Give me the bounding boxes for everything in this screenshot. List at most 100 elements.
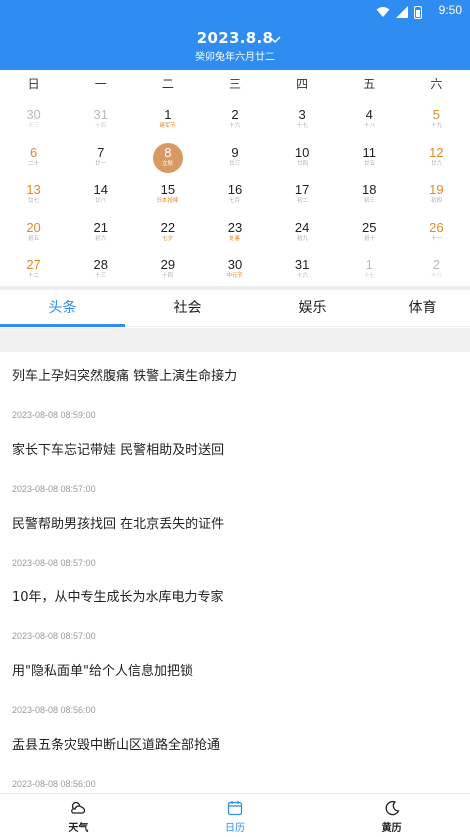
day-number: 20 (26, 219, 41, 235)
day-lunar-label: 十六 (296, 272, 308, 280)
calendar-day[interactable]: 11 廿五 (336, 136, 403, 174)
calendar-day[interactable]: 14 廿八 (67, 173, 134, 211)
news-title[interactable]: 家长下车忘记带娃 民警相助及时送回 (12, 426, 470, 458)
calendar-day[interactable]: 21 初六 (67, 211, 134, 249)
tab-sports[interactable]: 体育 (375, 290, 470, 326)
news-item[interactable]: 列车上孕妇突然腹痛 铁警上演生命接力 2023-08-08 08:59:00 (0, 352, 470, 426)
weekday-label: 三 (228, 77, 241, 91)
news-title[interactable]: 列车上孕妇突然腹痛 铁警上演生命接力 (12, 352, 470, 384)
calendar-day[interactable]: 12 廿六 (403, 136, 470, 174)
news-item[interactable]: 用"隐私面单"给个人信息加把锁 2023-08-08 08:56:00 (0, 647, 470, 721)
date-selector[interactable]: 2023.8.8 癸卯兔年六月廿二 (0, 29, 470, 63)
news-title[interactable]: 盂县五条灾毁中断山区道路全部抢通 (12, 721, 470, 753)
calendar-day[interactable]: 16 七月 (201, 173, 268, 211)
weekday-label: 六 (430, 77, 443, 91)
chevron-down-icon[interactable] (269, 36, 281, 44)
day-lunar-label: 廿一 (95, 159, 107, 167)
day-number: 8 (164, 144, 172, 160)
nav-calendar-label: 日历 (225, 823, 245, 834)
calendar-day[interactable]: 17 初二 (269, 173, 336, 211)
day-number: 16 (227, 182, 243, 198)
tab-entertainment[interactable]: 娱乐 (250, 290, 375, 326)
calendar-day[interactable]: 30 十三 (0, 98, 67, 136)
calendar-day[interactable]: 15 日本投降 (134, 173, 201, 211)
day-number: 18 (362, 182, 377, 198)
news-title[interactable]: 用"隐私面单"给个人信息加把锁 (12, 647, 470, 679)
calendar-day[interactable]: 2 十八 (403, 248, 470, 286)
day-lunar-label: 中元节 (226, 272, 244, 280)
current-date[interactable]: 2023.8.8 (0, 29, 470, 47)
calendar-day[interactable]: 27 十二 (0, 248, 67, 286)
calendar-day[interactable]: 3 十七 (269, 98, 336, 136)
calendar-day[interactable]: 24 初九 (269, 211, 336, 249)
calendar-day[interactable]: 13 廿七 (0, 173, 67, 211)
calendar-day[interactable]: 31 十四 (67, 98, 134, 136)
calendar-day[interactable]: 6 二十 (0, 136, 67, 174)
calendar-day[interactable]: 26 十一 (403, 211, 470, 249)
calendar-day[interactable]: 4 十八 (336, 98, 403, 136)
calendar-day[interactable]: 28 十三 (67, 248, 134, 286)
calendar-day[interactable]: 8 立秋 (134, 136, 201, 174)
calendar-day[interactable]: 29 十四 (134, 248, 201, 286)
spacer (0, 328, 470, 352)
tab-headlines[interactable]: 头条 (0, 290, 125, 327)
news-item[interactable]: 盂县五条灾毁中断山区道路全部抢通 2023-08-08 08:56:00 (0, 721, 470, 795)
day-number: 9 (231, 144, 239, 160)
day-lunar-label: 十六 (229, 122, 241, 129)
calendar-day[interactable]: 1 建军节 (134, 98, 201, 136)
day-lunar-label: 廿六 (431, 159, 442, 167)
tab-society[interactable]: 社会 (125, 290, 250, 326)
day-lunar-label: 初四 (431, 197, 442, 204)
day-lunar-label: 初九 (296, 235, 308, 242)
calendar-day[interactable]: 23 处暑 (201, 211, 268, 249)
signal-icon (396, 3, 408, 22)
calendar-day[interactable]: 2 十六 (201, 98, 268, 136)
day-lunar-label: 廿八 (95, 197, 107, 204)
calendar-day[interactable]: 7 廿一 (67, 136, 134, 174)
nav-almanac[interactable]: 黄历 (313, 794, 470, 837)
calendar-day[interactable]: 9 廿三 (201, 136, 268, 174)
calendar-day[interactable]: 19 初四 (403, 173, 470, 211)
news-list: 列车上孕妇突然腹痛 铁警上演生命接力 2023-08-08 08:59:00 家… (0, 352, 470, 795)
news-time: 2023-08-08 08:57:00 (12, 631, 96, 642)
calendar-day[interactable]: 10 廿四 (269, 136, 336, 174)
calendar-day[interactable]: 1 十七 (336, 248, 403, 286)
news-title[interactable]: 民警帮助男孩找回 在北京丢失的证件 (12, 500, 470, 532)
day-number: 6 (29, 144, 38, 160)
day-number: 10 (294, 144, 310, 160)
news-title[interactable]: 10年，从中专生成长为水库电力专家 (12, 573, 470, 605)
day-number: 2 (231, 107, 239, 122)
weekday-label: 二 (161, 77, 174, 91)
day-number: 11 (362, 144, 377, 160)
day-number: 5 (432, 107, 441, 122)
day-lunar-label: 十七 (363, 272, 375, 280)
nav-calendar[interactable]: 日历 (157, 794, 314, 837)
calendar-day[interactable]: 5 十九 (403, 98, 470, 136)
calendar-grid: 30 十三 31 十四 1 建军节 2 十六 3 十七 4 十八 5 十九 6 二十 7 廿一 8 立秋 9 廿三 10 廿四… (0, 98, 470, 286)
day-lunar-label: 十八 (363, 122, 375, 129)
calendar-day[interactable]: 22 七夕 (134, 211, 201, 249)
day-number: 25 (362, 219, 377, 235)
nav-weather[interactable]: 天气 (0, 794, 157, 837)
calendar-day[interactable]: 18 初三 (336, 173, 403, 211)
nav-almanac-label: 黄历 (381, 823, 402, 834)
calendar-day[interactable]: 25 初十 (336, 211, 403, 249)
day-lunar-label: 十八 (431, 272, 442, 280)
calendar-day[interactable]: 31 十六 (269, 248, 336, 286)
news-time: 2023-08-08 08:56:00 (12, 705, 96, 716)
day-lunar-label: 二十 (28, 159, 39, 167)
battery-icon (414, 6, 422, 19)
news-item[interactable]: 家长下车忘记带娃 民警相助及时送回 2023-08-08 08:57:00 (0, 426, 470, 500)
calendar-day[interactable]: 30 中元节 (201, 248, 268, 286)
day-number: 2 (432, 257, 441, 273)
day-lunar-label: 十七 (296, 122, 308, 129)
day-lunar-label: 廿四 (296, 159, 308, 167)
calendar-day[interactable]: 20 初五 (0, 211, 67, 249)
day-lunar-label: 初二 (296, 197, 308, 204)
day-number: 1 (164, 107, 172, 122)
news-item[interactable]: 民警帮助男孩找回 在北京丢失的证件 2023-08-08 08:57:00 (0, 500, 470, 574)
news-time: 2023-08-08 08:57:00 (12, 557, 96, 568)
news-item[interactable]: 10年，从中专生成长为水库电力专家 2023-08-08 08:57:00 (0, 573, 470, 647)
day-number: 19 (429, 182, 444, 198)
nav-weather-label: 天气 (68, 823, 89, 834)
